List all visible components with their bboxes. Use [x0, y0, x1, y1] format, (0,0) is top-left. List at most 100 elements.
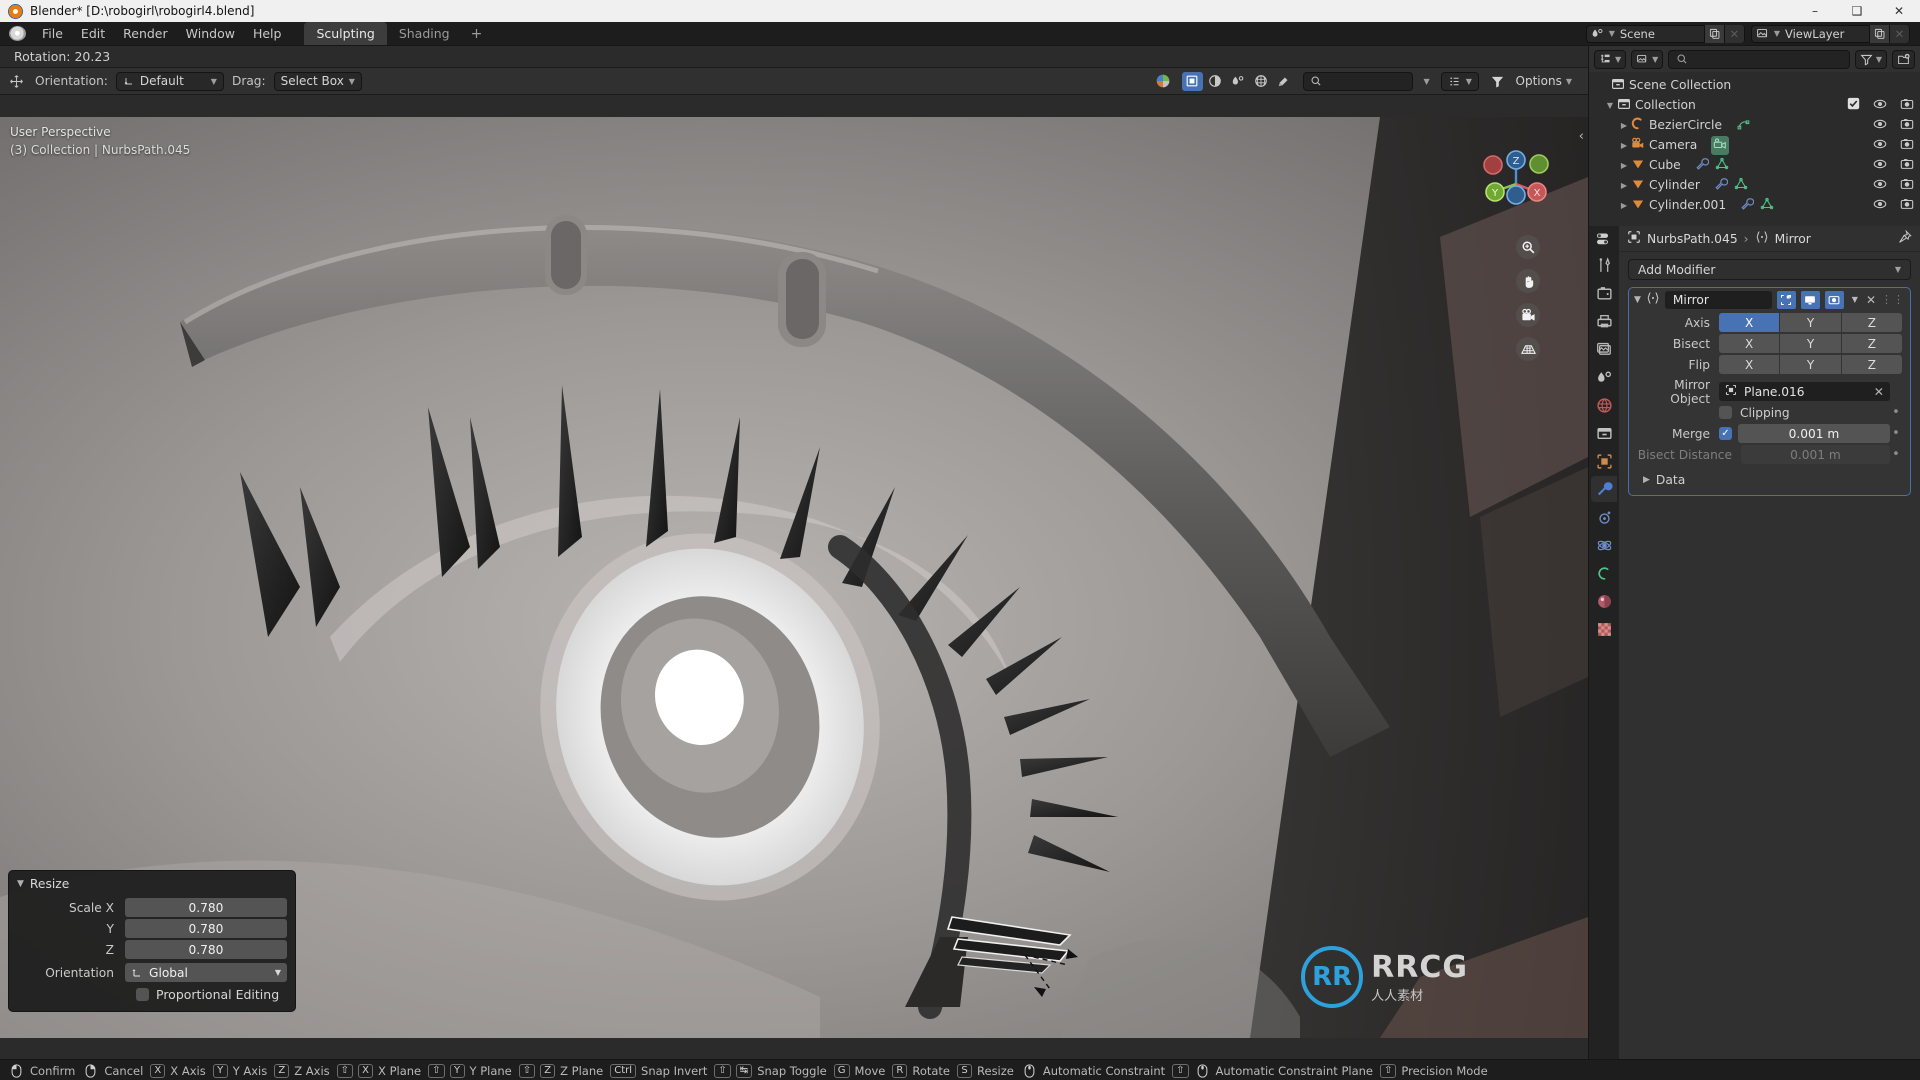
scale-x-row[interactable]: Scale X 0.780 [17, 898, 287, 917]
properties-tab-viewlayer[interactable] [1591, 336, 1617, 362]
zoom-icon[interactable] [1516, 235, 1540, 259]
show-in-render-toggle[interactable] [1824, 290, 1844, 309]
operator-orientation-row[interactable]: Orientation Global ▼ [17, 963, 287, 982]
properties-tab-physics[interactable] [1591, 532, 1617, 558]
remove-viewlayer-button[interactable]: ✕ [1889, 24, 1909, 43]
properties-tab-output[interactable] [1591, 308, 1617, 334]
axis-toggle-group[interactable]: X Y Z [1719, 313, 1902, 332]
bisect-y-button[interactable]: Y [1780, 334, 1841, 353]
animate-property-dot[interactable]: • [1890, 426, 1902, 441]
operator-panel-resize[interactable]: ▼ Resize Scale X 0.780 Y 0.780 Z 0.780 O… [8, 870, 296, 1012]
render-preview-sphere-icon[interactable] [1153, 71, 1174, 92]
status-item-y-plane[interactable]: ⇧ Y Y Plane [428, 1063, 512, 1078]
status-item-x-axis[interactable]: X X Axis [150, 1063, 206, 1078]
status-item-snap-toggle[interactable]: ⇧ ↹ Snap Toggle [714, 1063, 827, 1078]
add-workspace-button[interactable]: + [462, 23, 492, 45]
mesh-data-icon[interactable] [1760, 197, 1774, 214]
shading-mode-group[interactable] [1181, 71, 1295, 91]
wrench-icon[interactable] [1740, 197, 1755, 214]
status-item-y-axis[interactable]: Y Y Axis [212, 1063, 267, 1078]
properties-tab-texture[interactable] [1591, 616, 1617, 642]
eye-icon[interactable] [1873, 157, 1887, 174]
camera-render-icon[interactable] [1900, 197, 1914, 214]
breadcrumb-modifier-name[interactable]: Mirror [1775, 232, 1811, 246]
camera-icon[interactable] [1516, 303, 1540, 327]
axis-z-button[interactable]: Z [1841, 313, 1902, 332]
bisect-distance-field[interactable]: 0.001 m [1741, 445, 1890, 464]
camera-render-icon[interactable] [1900, 137, 1914, 154]
modifier-close-button[interactable]: ✕ [1866, 293, 1876, 307]
close-button[interactable]: ✕ [1878, 0, 1920, 22]
camera-render-icon[interactable] [1900, 117, 1914, 134]
orientation-dropdown[interactable]: Default ▼ [115, 71, 224, 91]
camera-render-icon[interactable] [1900, 157, 1914, 174]
properties-tab-world[interactable] [1591, 392, 1617, 418]
status-item-precision-mode[interactable]: ⇧ Precision Mode [1379, 1063, 1488, 1078]
menu-render[interactable]: Render [114, 23, 177, 44]
properties-tab-strip[interactable] [1589, 226, 1619, 1059]
operator-panel-title-row[interactable]: ▼ Resize [17, 877, 287, 891]
curve-data-icon[interactable] [1736, 117, 1750, 134]
properties-tab-material[interactable] [1591, 588, 1617, 614]
eye-icon[interactable] [1873, 97, 1887, 114]
animate-property-dot[interactable]: • [1890, 447, 1902, 462]
bisect-toggle-group[interactable]: X Y Z [1719, 334, 1902, 353]
workspace-tab-sculpting[interactable]: Sculpting [304, 22, 387, 45]
chevron-right-icon[interactable]: ▶ [1643, 475, 1650, 485]
menu-edit[interactable]: Edit [72, 23, 114, 44]
outliner-new-collection-button[interactable] [1892, 49, 1915, 69]
properties-tab-scene[interactable] [1591, 364, 1617, 390]
properties-tab-constraints[interactable] [1591, 560, 1617, 586]
properties-tab-modifier[interactable] [1591, 476, 1617, 502]
status-item-x-plane[interactable]: ⇧ X X Plane [336, 1063, 421, 1078]
clear-mirror-object-button[interactable]: ✕ [1874, 385, 1884, 399]
status-item-move[interactable]: G Move [833, 1063, 885, 1078]
status-item-automatic-constraint-plane[interactable]: ⇧ Automatic Constraint Plane [1172, 1063, 1373, 1078]
properties-tab-render[interactable] [1591, 280, 1617, 306]
mesh-data-icon[interactable] [1734, 177, 1748, 194]
material-preview-button[interactable] [1205, 72, 1226, 91]
flip-y-button[interactable]: Y [1780, 355, 1841, 374]
grip-icon[interactable]: ⋮⋮ [1881, 293, 1905, 306]
rendered-shading-button[interactable] [1251, 72, 1272, 91]
status-item-rotate[interactable]: R Rotate [892, 1063, 950, 1078]
modifier-extras-dropdown[interactable]: ▼ [1849, 295, 1861, 304]
mirror-object-field[interactable]: Plane.016 ✕ [1719, 382, 1890, 401]
outliner-row-cylinder-001[interactable]: ▶ Cylinder.001 [1589, 195, 1920, 215]
scale-y-row[interactable]: Y 0.780 [17, 919, 287, 938]
status-item-z-axis[interactable]: Z Z Axis [274, 1063, 330, 1078]
navigation-gizmo[interactable]: Z Y X [1479, 147, 1553, 221]
bisect-z-button[interactable]: Z [1841, 334, 1902, 353]
camera-render-icon[interactable] [1900, 97, 1914, 114]
properties-tab-collection[interactable] [1591, 420, 1617, 446]
viewport-nav-buttons[interactable] [1516, 235, 1540, 361]
properties-tab-tool[interactable] [1591, 252, 1617, 278]
show-in-viewport-toggle[interactable] [1800, 290, 1820, 309]
grid-icon[interactable] [1516, 337, 1540, 361]
flip-z-button[interactable]: Z [1841, 355, 1902, 374]
show-in-edit-mode-toggle[interactable] [1776, 290, 1796, 309]
maximize-button[interactable]: ❑ [1836, 0, 1878, 22]
outliner-search-input[interactable] [1668, 49, 1850, 69]
properties-editor-type-button[interactable] [1591, 228, 1617, 250]
clipping-checkbox[interactable] [1719, 406, 1732, 419]
animate-property-dot[interactable]: • [1890, 405, 1902, 420]
chevron-down-icon[interactable]: ▼ [1634, 295, 1641, 305]
outliner-row-camera[interactable]: ▶ Camera [1589, 135, 1920, 155]
camera-data-icon[interactable] [1711, 135, 1730, 155]
hand-icon[interactable] [1516, 269, 1540, 293]
outliner-editor-type-button[interactable]: ▼ [1594, 49, 1627, 69]
menu-help[interactable]: Help [244, 23, 291, 44]
axis-y-button[interactable]: Y [1780, 313, 1841, 332]
add-modifier-button[interactable]: Add Modifier ▼ [1628, 259, 1911, 280]
solid-shading-button[interactable] [1181, 71, 1203, 91]
visibility-filter-dropdown[interactable]: ▼ [1440, 71, 1479, 91]
collection-checkbox[interactable] [1847, 97, 1860, 113]
wrench-icon[interactable] [1695, 157, 1709, 174]
outliner-tree[interactable]: Scene Collection ▼ Collection ▶ BezierCi… [1589, 72, 1920, 226]
eye-icon[interactable] [1873, 177, 1887, 194]
wireframe-button[interactable] [1228, 72, 1249, 91]
merge-value-field[interactable]: 0.001 m [1738, 424, 1890, 443]
status-item-resize[interactable]: S Resize [957, 1063, 1014, 1078]
status-item-cancel[interactable]: Cancel [82, 1064, 143, 1078]
